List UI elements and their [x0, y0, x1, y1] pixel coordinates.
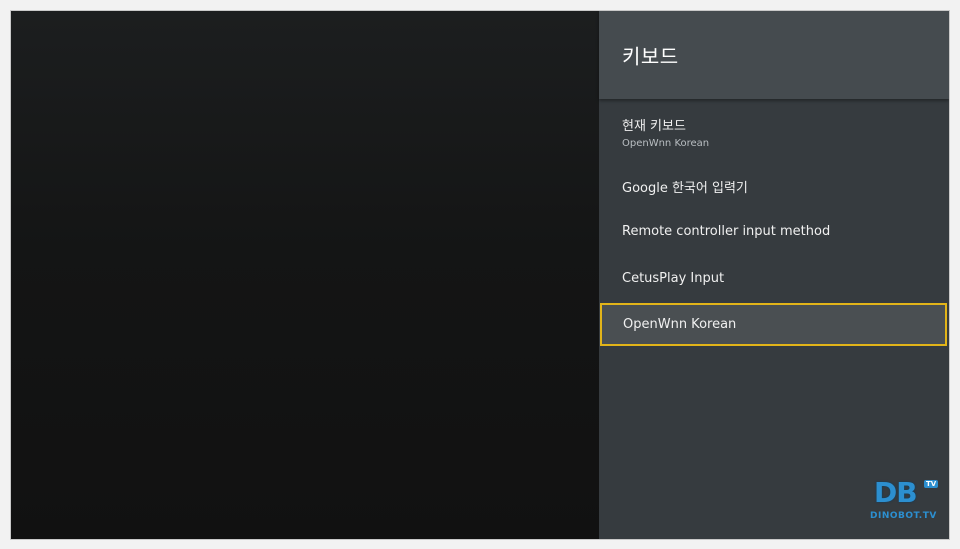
menu-item-google-korean-ime[interactable]: Google 한국어 입력기: [599, 171, 949, 211]
panel-header: 키보드: [599, 11, 949, 99]
menu-item-remote-controller-input[interactable]: Remote controller input method: [599, 218, 949, 258]
menu-item-label: Remote controller input method: [622, 224, 831, 239]
menu-item-current-keyboard[interactable]: 현재 키보드 OpenWnn Korean: [599, 111, 949, 161]
menu-item-cetusplay-input[interactable]: CetusPlay Input: [599, 265, 949, 305]
menu-item-label: Google 한국어 입력기: [622, 181, 748, 196]
watermark-logo: DB TV DINOBOT.TV: [858, 476, 948, 534]
tv-screen: 키보드 현재 키보드 OpenWnn Korean Google 한국어 입력기…: [10, 10, 950, 540]
current-keyboard-label: 현재 키보드: [622, 119, 686, 134]
current-keyboard-value: OpenWnn Korean: [622, 138, 710, 149]
settings-side-panel: 키보드 현재 키보드 OpenWnn Korean Google 한국어 입력기…: [599, 11, 949, 539]
watermark-tv-badge: TV: [924, 480, 939, 488]
background-preview: [11, 11, 599, 539]
watermark-db-text: DB: [874, 476, 918, 509]
menu-item-openwnn-korean-focused[interactable]: OpenWnn Korean: [600, 303, 947, 346]
watermark-site-text: DINOBOT.TV: [870, 511, 937, 521]
panel-title: 키보드: [622, 44, 679, 69]
menu-item-label: OpenWnn Korean: [623, 317, 737, 332]
menu-item-label: CetusPlay Input: [622, 271, 725, 286]
